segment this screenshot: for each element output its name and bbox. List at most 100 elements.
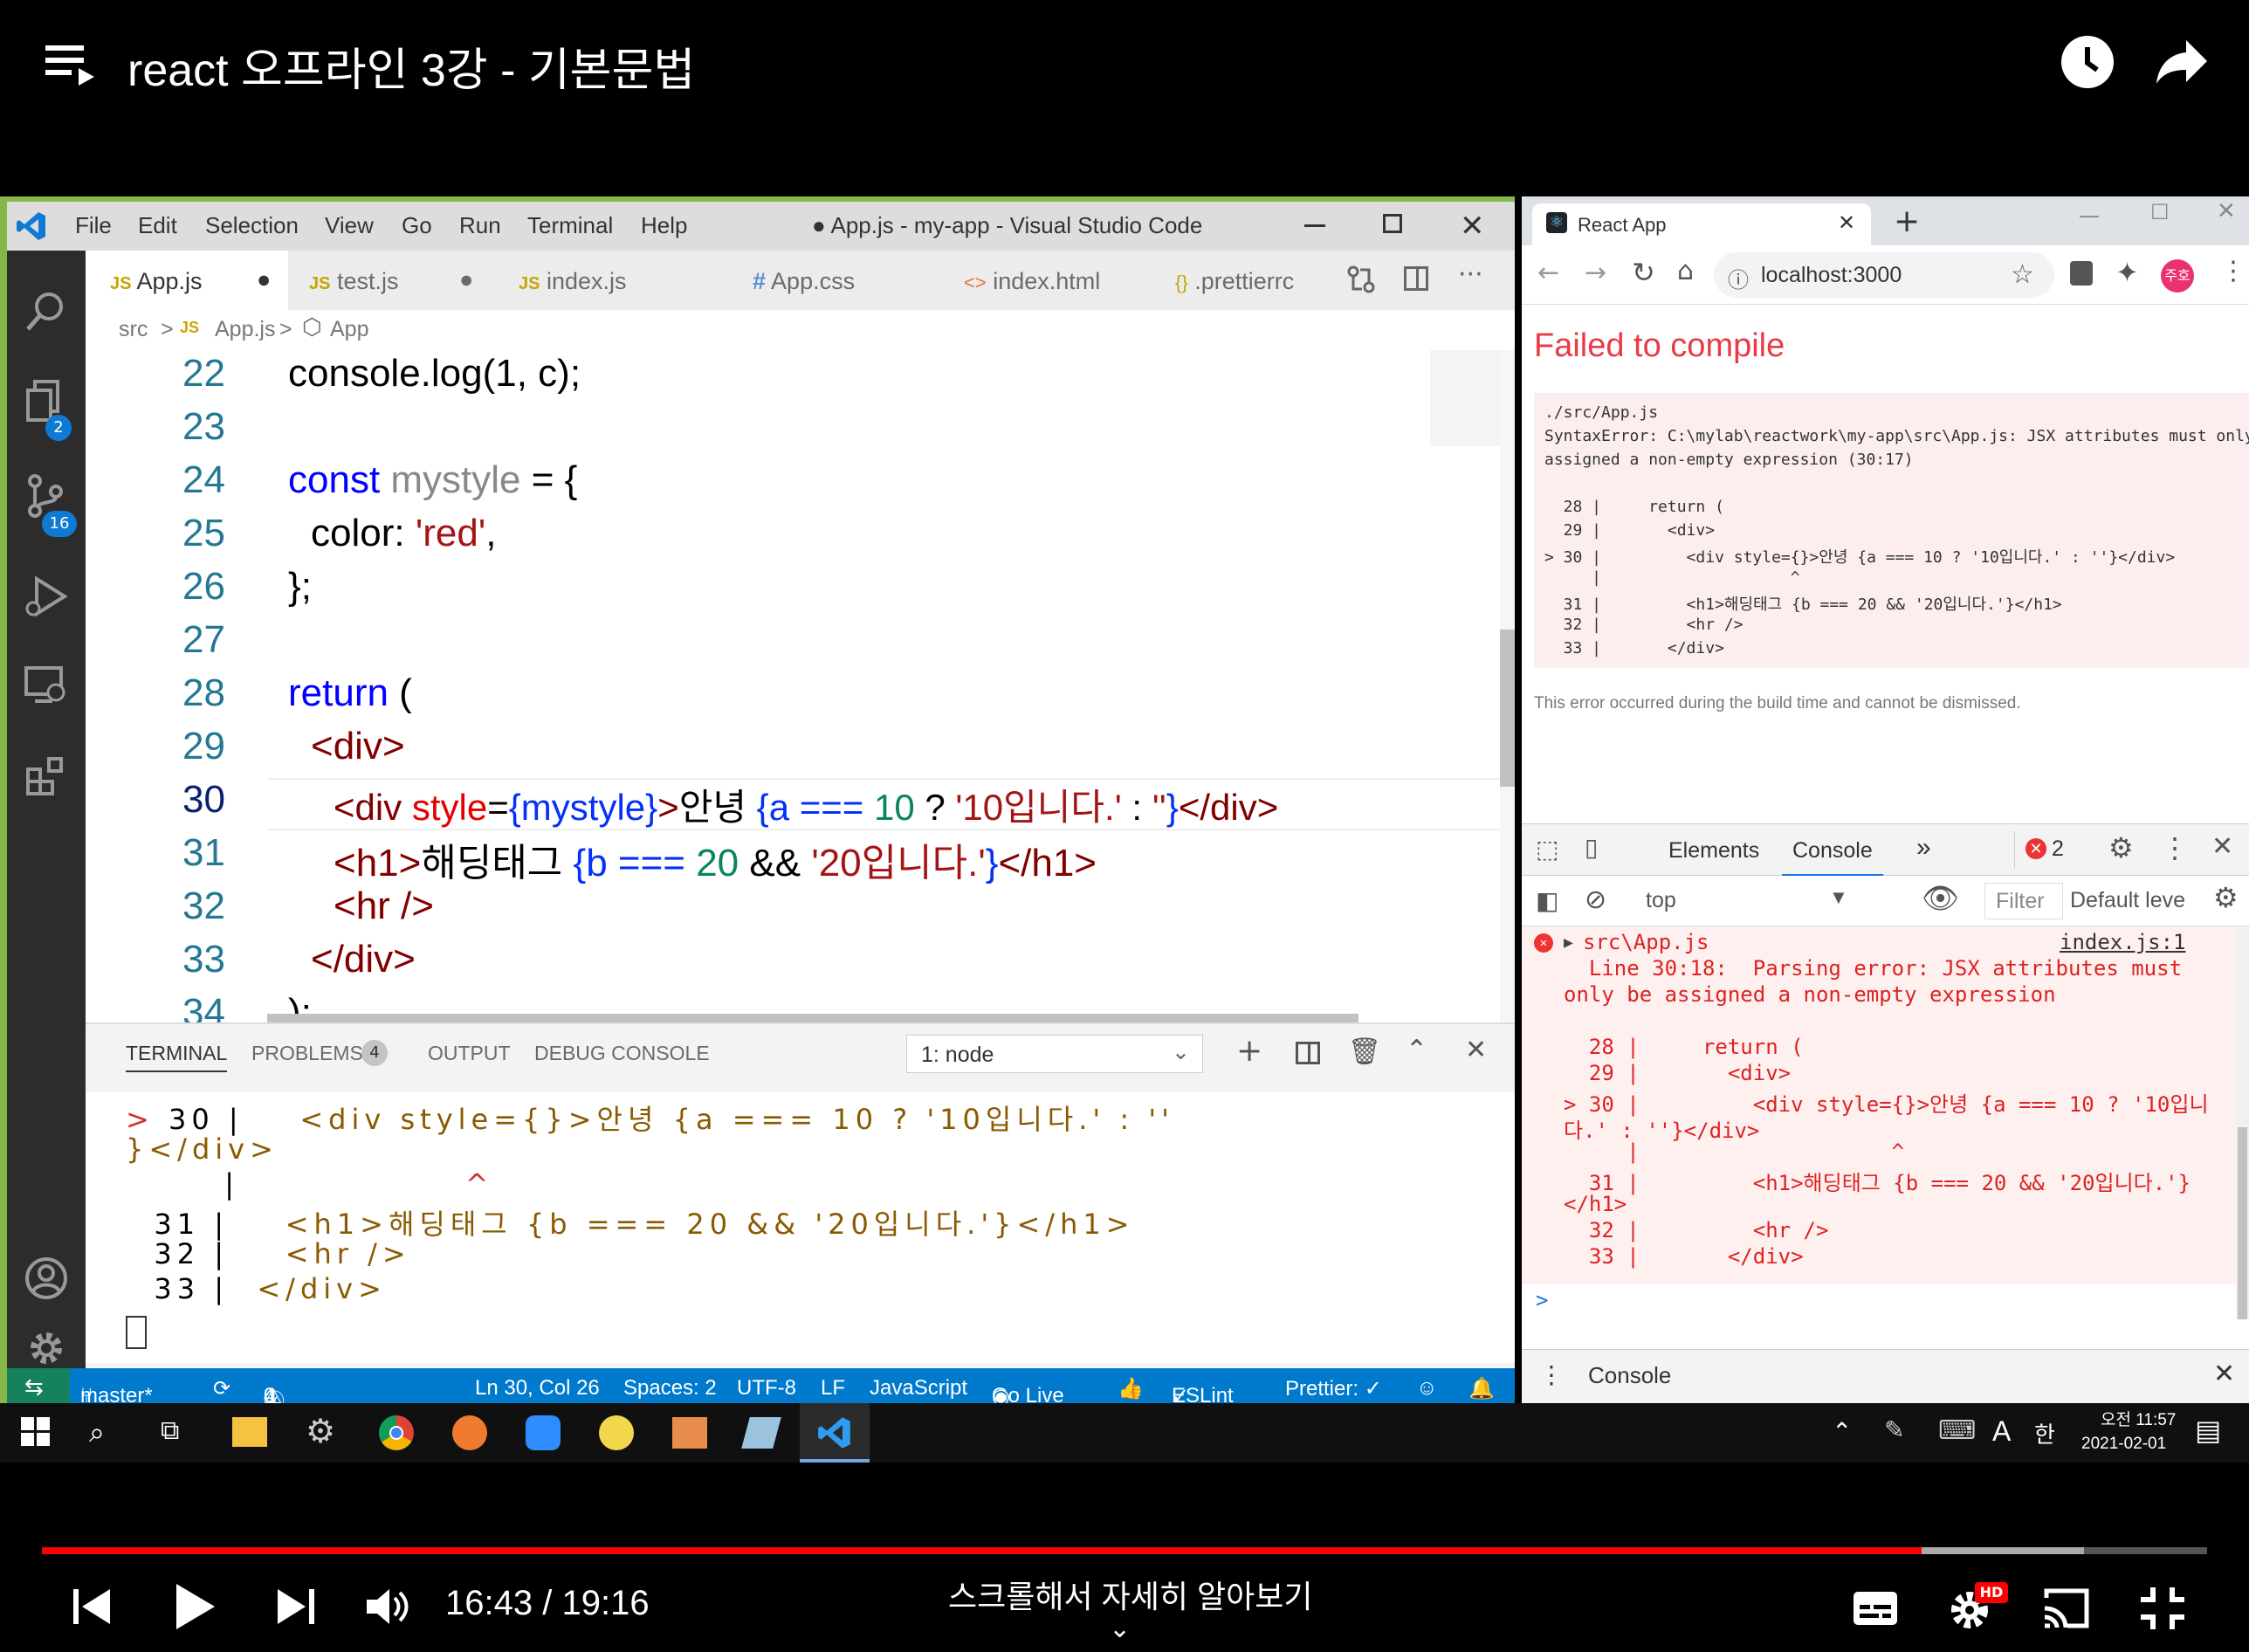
subtitles-icon[interactable] — [1853, 1591, 1898, 1626]
ime-indicator[interactable]: A — [1992, 1415, 2011, 1448]
windows-start-icon[interactable] — [21, 1417, 51, 1447]
minimize-icon[interactable] — [1304, 224, 1325, 227]
settings-app-icon[interactable]: ⚙ — [306, 1412, 335, 1450]
terminal-output[interactable]: > 30 | <div style={}>안녕 {a === 10 ? '10입… — [86, 1092, 1515, 1363]
clear-console-icon[interactable]: ⊘ — [1585, 885, 1606, 915]
breadcrumb-symbol[interactable]: App — [330, 317, 368, 342]
previous-icon[interactable] — [73, 1587, 112, 1626]
menu-go[interactable]: Go — [402, 212, 432, 239]
console-prompt[interactable]: > — [1522, 1284, 2238, 1319]
thumbs-up-icon[interactable]: 👍 — [1118, 1376, 1144, 1401]
run-debug-icon[interactable] — [24, 575, 68, 619]
trash-icon[interactable]: 🗑 — [1348, 1036, 1381, 1067]
log-levels-select[interactable]: Default leve — [2070, 888, 2185, 913]
language-indicator[interactable]: 한 — [2034, 1417, 2055, 1449]
notification-center-icon[interactable]: ▤ — [2195, 1414, 2221, 1447]
prettier-status[interactable]: Prettier: ✓ — [1285, 1376, 1382, 1401]
profile-avatar[interactable]: 주호 — [2161, 259, 2194, 293]
tab-debug-console[interactable]: DEBUG CONSOLE — [534, 1042, 710, 1065]
kebab-menu-icon[interactable]: ⋮ — [2220, 256, 2246, 286]
clock-date[interactable]: 2021-02-01 — [2081, 1435, 2166, 1454]
tab-index-html[interactable]: <> index.html — [964, 251, 1165, 310]
close-panel-icon[interactable]: ✕ — [1465, 1035, 1487, 1065]
sync-icon[interactable]: ⟳ — [213, 1376, 230, 1401]
tab-close-icon[interactable]: ✕ — [1838, 210, 1855, 235]
expand-arrow-icon[interactable]: ▶ — [1564, 933, 1573, 952]
media-app-icon[interactable] — [672, 1417, 707, 1449]
maximize-icon[interactable] — [1383, 214, 1402, 233]
more-tabs-icon[interactable]: » — [1916, 833, 1931, 863]
info-icon[interactable]: ⓘ — [1728, 263, 1749, 293]
task-view-icon[interactable]: ⧉ — [161, 1415, 179, 1446]
menu-file[interactable]: File — [75, 212, 112, 239]
cursor-position[interactable]: Ln 30, Col 26 — [475, 1376, 600, 1401]
devtools-close-icon[interactable]: ✕ — [2211, 831, 2233, 862]
context-select[interactable]: top ▼ — [1635, 883, 1848, 919]
chrome-icon[interactable] — [379, 1415, 414, 1450]
browser-tab[interactable]: ⚛ React App ✕ — [1532, 203, 1871, 245]
split-terminal-icon[interactable] — [1296, 1042, 1320, 1064]
indentation[interactable]: Spaces: 2 — [623, 1376, 717, 1401]
console-source-link[interactable]: index.js:1 — [2060, 930, 2186, 954]
drawer-menu-icon[interactable]: ⋮ — [1539, 1360, 1564, 1389]
scroll-hint[interactable]: 스크롤해서 자세히 알아보기 — [948, 1572, 1312, 1617]
accounts-icon[interactable] — [24, 1256, 68, 1300]
notes-app-icon[interactable] — [741, 1417, 781, 1449]
tab-problems[interactable]: PROBLEMS — [251, 1042, 363, 1065]
more-actions-icon[interactable]: ··· — [1458, 259, 1483, 290]
feedback-icon[interactable]: ☺ — [1416, 1376, 1438, 1401]
breadcrumb-file[interactable]: App.js — [215, 317, 275, 342]
settings-gear-icon[interactable] — [24, 1326, 68, 1370]
share-icon[interactable] — [2155, 38, 2209, 86]
volume-icon[interactable] — [365, 1586, 410, 1628]
encoding[interactable]: UTF-8 — [737, 1376, 796, 1401]
messenger-icon[interactable] — [599, 1415, 634, 1450]
browser-app-icon[interactable] — [452, 1415, 487, 1450]
menu-view[interactable]: View — [325, 212, 374, 239]
tab-console[interactable]: Console — [1782, 838, 1883, 877]
bookmark-star-icon[interactable]: ☆ — [2011, 259, 2034, 290]
pen-icon[interactable]: ✎ — [1884, 1415, 1904, 1444]
open-changes-icon[interactable] — [1346, 265, 1376, 294]
menu-edit[interactable]: Edit — [138, 212, 177, 239]
search-icon[interactable] — [24, 289, 68, 333]
language-mode[interactable]: JavaScript — [870, 1376, 967, 1401]
drawer-close-icon[interactable]: ✕ — [2213, 1359, 2235, 1389]
zoom-icon[interactable] — [526, 1415, 561, 1450]
drawer-console-tab[interactable]: Console — [1588, 1362, 1671, 1389]
eye-icon[interactable]: 👁 — [1922, 881, 1959, 916]
devtools-menu-icon[interactable]: ⋮ — [2161, 831, 2189, 864]
next-icon[interactable] — [276, 1587, 314, 1626]
browser-maximize-icon[interactable]: ☐ — [2150, 200, 2170, 224]
editor-scrollbar[interactable] — [1500, 350, 1515, 1022]
forward-icon[interactable]: → — [1585, 258, 1606, 288]
end-of-line[interactable]: LF — [821, 1376, 845, 1401]
browser-minimize-icon[interactable]: — — [2079, 203, 2100, 228]
error-count[interactable]: ✕ 2 — [2014, 831, 2072, 868]
device-toolbar-icon[interactable]: ▯ — [1585, 833, 1598, 862]
tray-chevron-up-icon[interactable]: ⌃ — [1832, 1417, 1852, 1446]
cast-icon[interactable] — [2041, 1587, 2090, 1629]
tab-app-css[interactable]: # App.css — [753, 251, 945, 310]
console-settings-icon[interactable]: ⚙ — [2213, 881, 2239, 914]
menu-run[interactable]: Run — [459, 212, 501, 239]
chevron-up-icon[interactable]: ⌃ — [1406, 1035, 1427, 1065]
menu-selection[interactable]: Selection — [205, 212, 299, 239]
inspect-icon[interactable]: ⬚ — [1536, 835, 1558, 864]
tab-elements[interactable]: Elements — [1668, 838, 1759, 864]
exit-fullscreen-icon[interactable] — [2141, 1587, 2184, 1629]
video-title[interactable]: react 오프라인 3강 - 기본문법 — [127, 33, 695, 99]
minimap[interactable] — [1430, 350, 1500, 446]
tab-app-js[interactable]: JS App.js ● — [86, 251, 288, 310]
terminal-select[interactable]: 1: node ⌄ — [906, 1035, 1203, 1073]
play-icon[interactable] — [173, 1582, 217, 1631]
new-tab-icon[interactable]: + — [1894, 203, 1920, 239]
video-frame[interactable]: File Edit Selection View Go Run Terminal… — [0, 196, 2249, 1463]
watch-later-icon[interactable] — [2060, 35, 2115, 89]
split-editor-icon[interactable] — [1404, 266, 1428, 291]
new-terminal-icon[interactable]: + — [1236, 1033, 1262, 1069]
filter-input[interactable]: Filter — [1984, 883, 2063, 919]
keyboard-icon[interactable]: ⌨ — [1938, 1415, 1976, 1446]
console-output[interactable]: ✕ ▶ src\App.js index.js:1 Line 30:18: Pa… — [1522, 926, 2249, 1319]
code-editor[interactable]: 22 23 24 25 26 27 28 29 30 31 32 33 34 c… — [86, 350, 1515, 1022]
